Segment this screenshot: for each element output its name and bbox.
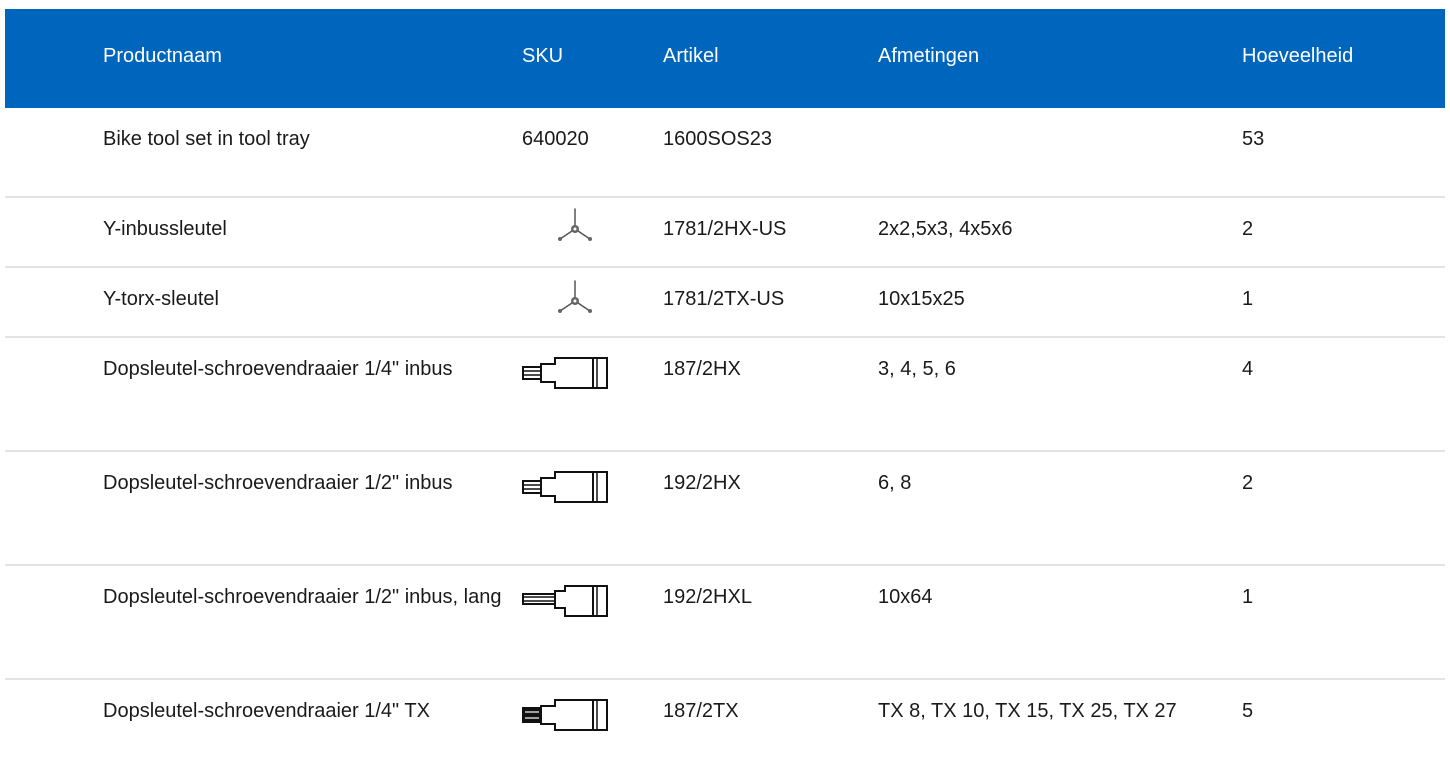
artikel-value: 187/2HX [663,358,741,380]
product-name: Y-torx-sleutel [103,288,219,310]
header-sku: SKU [522,45,564,67]
quantity-value: 2 [1242,218,1254,240]
artikel-value: 1600SOS23 [663,128,772,150]
table-row: Y-inbussleutel 1781/2HX-US 2x2,5x3, 4x5x… [5,198,1445,268]
product-name: Bike tool set in tool tray [103,128,310,150]
table-row: Bike tool set in tool tray 640020 1600SO… [5,108,1445,198]
afmetingen-value: 2x2,5x3, 4x5x6 [878,218,1013,240]
quantity-value: 53 [1242,128,1265,150]
header-productnaam: Productnaam [103,45,222,67]
table-row: Dopsleutel-schroevendraaier 1/2" inbus 1… [5,452,1445,566]
y-wrench-icon [555,279,595,315]
socket-bit-icon [521,470,611,504]
afmetingen-value: 6, 8 [878,472,912,494]
artikel-value: 192/2HX [663,472,741,494]
quantity-value: 2 [1242,472,1254,494]
product-name: Dopsleutel-schroevendraaier 1/2" inbus [103,472,453,494]
table-row: Y-torx-sleutel 1781/2TX-US 10x15x25 1 [5,268,1445,338]
artikel-value: 1781/2TX-US [663,288,785,310]
quantity-value: 5 [1242,700,1254,722]
afmetingen-value: TX 8, TX 10, TX 15, TX 25, TX 27 [878,700,1177,722]
afmetingen-value: 10x64 [878,586,933,608]
product-name: Dopsleutel-schroevendraaier 1/4" TX [103,700,430,722]
quantity-value: 1 [1242,586,1254,608]
table-row: Dopsleutel-schroevendraaier 1/4" TX 187/… [5,680,1445,780]
afmetingen-value: 3, 4, 5, 6 [878,358,956,380]
table-header: Productnaam SKU Artikel Afmetingen Hoeve… [5,9,1445,108]
artikel-value: 1781/2HX-US [663,218,787,240]
product-name: Dopsleutel-schroevendraaier 1/4" inbus [103,358,453,380]
afmetingen-value: 10x15x25 [878,288,965,310]
sku-value: 640020 [522,128,589,150]
socket-bit-long-icon [521,584,611,618]
product-name: Dopsleutel-schroevendraaier 1/2" inbus, … [103,586,502,608]
header-artikel: Artikel [663,45,719,67]
quantity-value: 4 [1242,358,1254,380]
socket-bit-torx-icon [521,698,611,732]
y-wrench-icon [555,207,595,243]
table-row: Dopsleutel-schroevendraaier 1/2" inbus, … [5,566,1445,680]
product-name: Y-inbussleutel [103,218,227,240]
product-table: Productnaam SKU Artikel Afmetingen Hoeve… [5,9,1445,780]
socket-bit-icon [521,356,611,390]
artikel-value: 192/2HXL [663,586,752,608]
header-hoeveelheid: Hoeveelheid [1242,45,1354,67]
artikel-value: 187/2TX [663,700,739,722]
header-afmetingen: Afmetingen [878,45,980,67]
table-row: Dopsleutel-schroevendraaier 1/4" inbus 1… [5,338,1445,452]
quantity-value: 1 [1242,288,1254,310]
